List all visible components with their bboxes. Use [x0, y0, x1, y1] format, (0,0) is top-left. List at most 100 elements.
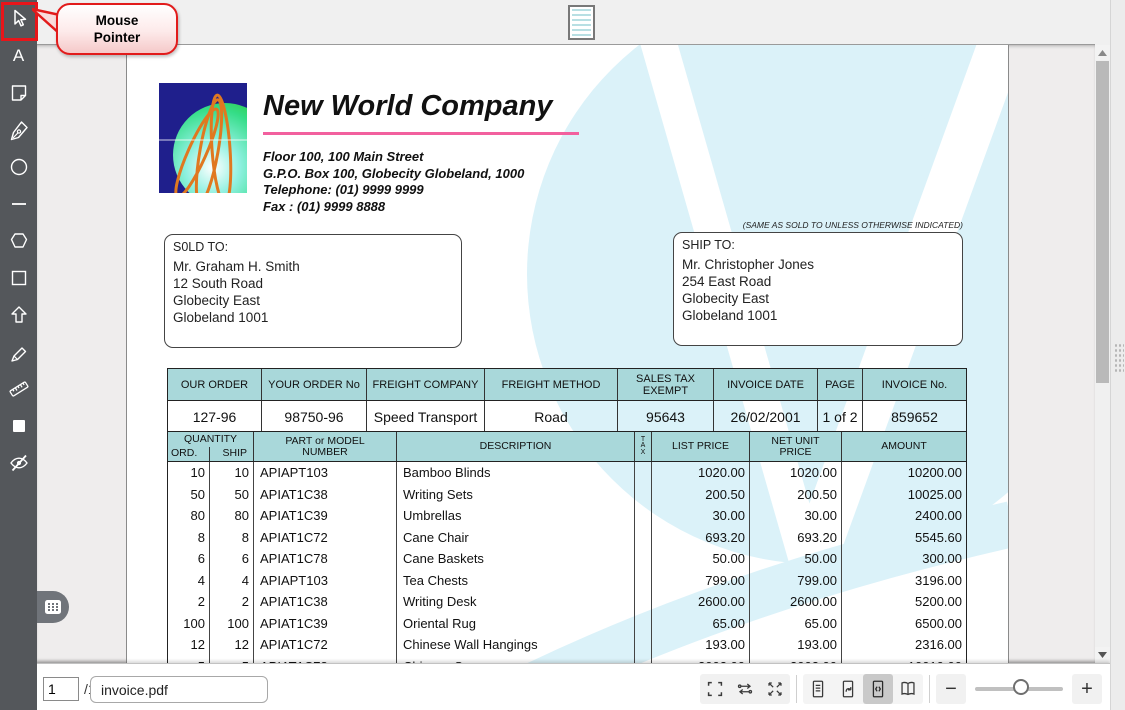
- amount-cell: 3196.00: [842, 570, 966, 592]
- pen-icon: [8, 119, 30, 141]
- ship-cell: 2: [210, 591, 254, 613]
- company-logo: [159, 83, 247, 193]
- line-icon: [8, 193, 30, 215]
- tool-pen-button[interactable]: [4, 115, 34, 145]
- ord-cell: 5: [168, 656, 210, 664]
- list-price-cell: 50.00: [652, 548, 750, 570]
- ord-cell: 6: [168, 548, 210, 570]
- ord-cell: 2: [168, 591, 210, 613]
- zoom-slider[interactable]: [975, 687, 1063, 691]
- vertical-scroll-icon: [867, 678, 889, 700]
- ship-cell: 80: [210, 505, 254, 527]
- amount-cell: 10010.00: [842, 656, 966, 664]
- vertical-scrollbar[interactable]: [1095, 44, 1110, 663]
- tool-rectangle-button[interactable]: [4, 263, 34, 293]
- amount-cell: 10025.00: [842, 484, 966, 506]
- callout-line1: Mouse: [96, 12, 139, 29]
- tool-ellipse-button[interactable]: [4, 152, 34, 182]
- description-cell: Cane Baskets: [397, 548, 635, 570]
- description-cell: Chinese Wall Hangings: [397, 634, 635, 656]
- table-row: 8 8 APIAT1C72 Cane Chair 693.20 693.20 5…: [168, 527, 966, 549]
- company-name: New World Company: [263, 90, 553, 123]
- part-cell: APIAT1C39: [254, 613, 397, 635]
- bottom-bar: /1: [37, 663, 1110, 710]
- sold-to-box: S0LD TO: Mr. Graham H. Smith 12 South Ro…: [164, 234, 462, 348]
- page-number-input[interactable]: [43, 677, 79, 701]
- fit-width-button[interactable]: [730, 674, 760, 704]
- tool-arrow-button[interactable]: [4, 300, 34, 330]
- net-unit-price-cell: 193.00: [750, 634, 842, 656]
- tax-cell: [635, 634, 652, 656]
- tool-ruler-button[interactable]: [4, 374, 34, 404]
- page-thumbnail-preview: [572, 9, 591, 36]
- net-unit-price-cell: 799.00: [750, 570, 842, 592]
- amount-cell: 300.00: [842, 548, 966, 570]
- grid-panel-toggle-button[interactable]: [37, 591, 69, 623]
- ord-cell: 80: [168, 505, 210, 527]
- highlighter-icon: [8, 341, 30, 363]
- ord-cell: 8: [168, 527, 210, 549]
- list-price-cell: 30.00: [652, 505, 750, 527]
- list-price-cell: 1020.00: [652, 462, 750, 484]
- tool-line-button[interactable]: [4, 189, 34, 219]
- tool-filled-rectangle-button[interactable]: [4, 411, 34, 441]
- fit-page-button[interactable]: [760, 674, 790, 704]
- list-price-cell: 693.20: [652, 527, 750, 549]
- net-unit-price-cell: 1020.00: [750, 462, 842, 484]
- table-row: 2 2 APIAT1C38 Writing Desk 2600.00 2600.…: [168, 591, 966, 613]
- tool-note-button[interactable]: [4, 78, 34, 108]
- ship-cell: 6: [210, 548, 254, 570]
- ship-to-box: SHIP TO: Mr. Christopher Jones 254 East …: [673, 232, 963, 346]
- company-address: Floor 100, 100 Main Street G.P.O. Box 10…: [263, 149, 524, 215]
- zoom-in-button[interactable]: +: [1072, 674, 1102, 704]
- vertical-scroll-view-button[interactable]: [863, 674, 893, 704]
- description-header: DESCRIPTION: [397, 432, 635, 461]
- fullscreen-icon: [704, 678, 726, 700]
- description-cell: Cane Chair: [397, 527, 635, 549]
- tool-polygon-button[interactable]: [4, 226, 34, 256]
- right-panel-edge: [1110, 0, 1125, 710]
- zoom-out-button[interactable]: −: [936, 674, 966, 704]
- arrow-icon: [8, 304, 30, 326]
- part-header: PART or MODEL NUMBER: [254, 432, 397, 461]
- part-cell: APIAPT103: [254, 570, 397, 592]
- scroll-up-button[interactable]: [1095, 45, 1110, 60]
- description-cell: Oriental Rug: [397, 613, 635, 635]
- callout-line2: Pointer: [94, 29, 141, 46]
- scrollbar-thumb[interactable]: [1096, 61, 1109, 383]
- tax-cell: [635, 548, 652, 570]
- zoom-slider-knob[interactable]: [1013, 679, 1029, 695]
- list-price-cell: 193.00: [652, 634, 750, 656]
- ellipse-icon: [8, 156, 30, 178]
- pdf-annotator-window: A: [0, 0, 1125, 710]
- page-jump-view-button[interactable]: [833, 674, 863, 704]
- list-price-cell: 2002.00: [652, 656, 750, 664]
- ruler-icon: [8, 378, 30, 400]
- filename-input[interactable]: [90, 676, 268, 703]
- list-price-cell: 2600.00: [652, 591, 750, 613]
- tool-highlighter-button[interactable]: [4, 337, 34, 367]
- top-bar: [37, 0, 1125, 45]
- single-page-view-button[interactable]: [803, 674, 833, 704]
- ship-to-note: (SAME AS SOLD TO UNLESS OTHERWISE INDICA…: [673, 220, 963, 230]
- mouse-pointer-callout: Mouse Pointer: [56, 3, 178, 55]
- ship-cell: 50: [210, 484, 254, 506]
- description-cell: Writing Desk: [397, 591, 635, 613]
- ship-cell: 4: [210, 570, 254, 592]
- part-cell: APIAT1C78: [254, 548, 397, 570]
- fullscreen-button[interactable]: [700, 674, 730, 704]
- tool-text-button[interactable]: A: [4, 41, 34, 71]
- book-view-button[interactable]: [893, 674, 923, 704]
- fit-controls-group: [700, 674, 790, 704]
- amount-cell: 5545.60: [842, 527, 966, 549]
- view-mode-group: [803, 674, 923, 704]
- pdf-page[interactable]: New World Company Floor 100, 100 Main St…: [126, 44, 1009, 663]
- description-cell: Bamboo Blinds: [397, 462, 635, 484]
- tool-hide-annotations-button[interactable]: [4, 448, 34, 478]
- panel-drag-grip[interactable]: [1114, 343, 1124, 374]
- scroll-down-button[interactable]: [1095, 647, 1110, 662]
- page-thumbnail[interactable]: [568, 5, 595, 40]
- table-row: 12 12 APIAT1C72 Chinese Wall Hangings 19…: [168, 634, 966, 656]
- line-items-rows: 10 10 APIAPT103 Bamboo Blinds 1020.00 10…: [168, 462, 966, 663]
- ship-cell: 100: [210, 613, 254, 635]
